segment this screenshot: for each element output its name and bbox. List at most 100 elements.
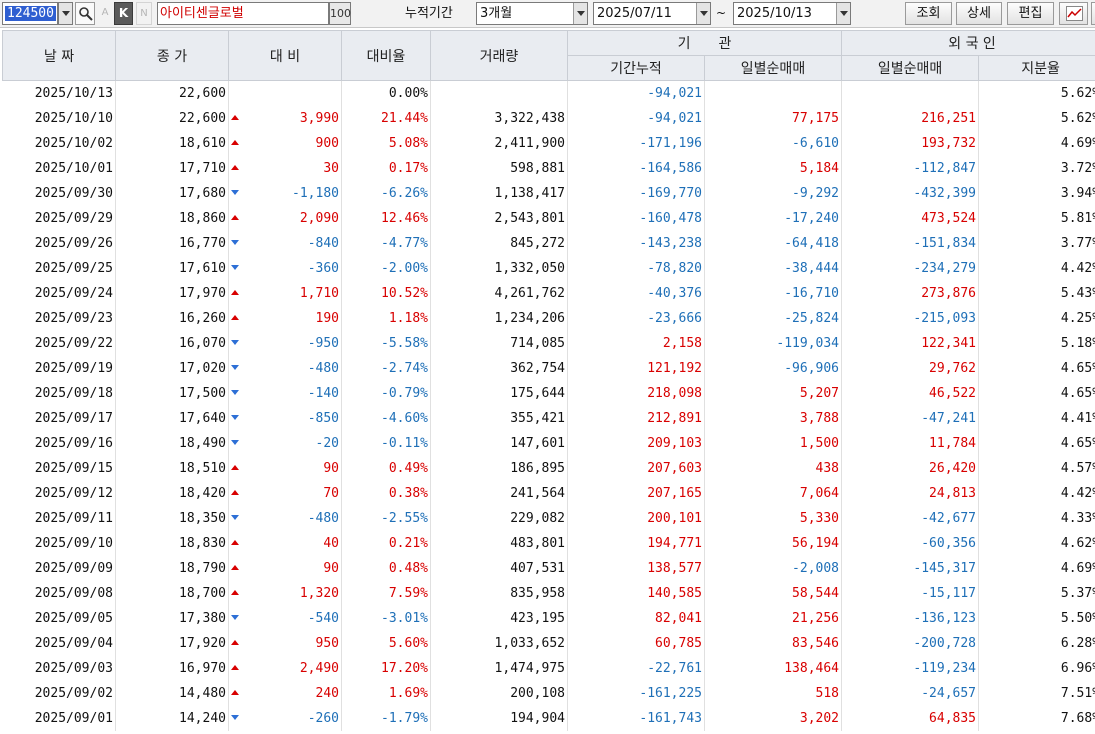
cell-change-value: -480 [307, 360, 339, 376]
cell-volume-value: 1,234,206 [494, 310, 565, 326]
search-button[interactable] [75, 2, 95, 25]
up-triangle-icon [231, 539, 239, 545]
cell-inst-daily-value: -17,240 [784, 210, 840, 226]
cell-rate-value: 0.17% [388, 160, 428, 176]
period-select[interactable]: 3개월 [476, 2, 588, 25]
table-row[interactable]: 2025/09/12 18,420 70 0.38% 241,564 207,165 7,0… [2, 480, 1095, 506]
cell-volume: 1,474,975 [430, 655, 568, 681]
cell-inst-daily: 7,064 [704, 480, 843, 506]
cell-change-value: -140 [307, 385, 339, 401]
cell-volume: 229,082 [430, 505, 568, 531]
cell-date: 2025/09/09 [2, 555, 116, 581]
table-row[interactable]: 2025/10/02 18,610 900 5.08% 2,411,900 -171,19… [2, 130, 1095, 156]
to-date-select[interactable]: 2025/10/13 [733, 2, 851, 25]
cell-inst-cum-value: 200,101 [647, 510, 702, 526]
table-row[interactable]: 2025/09/08 18,700 1,320 7.59% 835,958 140,585… [2, 580, 1095, 606]
cell-date-value: 2025/09/22 [34, 335, 113, 351]
table-row[interactable]: 2025/09/16 18,490 -20 -0.11% 147,601 209,103 1… [2, 430, 1095, 456]
table-row[interactable]: 2025/10/01 17,710 30 0.17% 598,881 -164,586 5,… [2, 155, 1095, 181]
cell-volume-value: 186,895 [510, 460, 565, 476]
cell-change: 40 [228, 530, 342, 556]
cell-for-daily: -151,834 [841, 230, 980, 256]
table-row[interactable]: 2025/10/13 22,600 0.00% -94,021 5.62% [2, 80, 1095, 106]
table-row[interactable]: 2025/09/19 17,020 -480 -2.74% 362,754 121,192… [2, 355, 1095, 381]
edit-button[interactable]: 편집 [1007, 2, 1054, 25]
cell-for-daily-value: -432,399 [913, 185, 977, 201]
table-row[interactable]: 2025/09/26 16,770 -840 -4.77% 845,272 -143,23… [2, 230, 1095, 256]
cell-inst-cum-value: 218,098 [647, 385, 702, 401]
more-button[interactable] [1091, 2, 1095, 25]
header-change[interactable]: 대 비 [228, 30, 342, 81]
cell-date: 2025/10/02 [2, 130, 116, 156]
header-close[interactable]: 종 가 [115, 30, 229, 81]
cell-volume-value: 2,411,900 [494, 135, 565, 151]
cell-rate-value: 0.38% [388, 485, 428, 501]
table-row[interactable]: 2025/09/25 17,610 -360 -2.00% 1,332,050 -78,8… [2, 255, 1095, 281]
cell-inst-daily: 21,256 [704, 605, 843, 631]
table-row[interactable]: 2025/09/02 14,480 240 1.69% 200,108 -161,225 5… [2, 680, 1095, 706]
header-rate[interactable]: 대비율 [341, 30, 431, 81]
table-row[interactable]: 2025/09/29 18,860 2,090 12.46% 2,543,801 -160… [2, 205, 1095, 231]
table-row[interactable]: 2025/09/24 17,970 1,710 10.52% 4,261,762 -40,… [2, 280, 1095, 306]
cell-date-value: 2025/09/24 [34, 285, 113, 301]
header-volume[interactable]: 거래량 [430, 30, 568, 81]
cell-for-daily-value: 273,876 [921, 285, 977, 301]
cell-close: 16,770 [115, 230, 229, 256]
stock-code-input[interactable]: 124500 [2, 2, 58, 25]
cell-inst-cum-value: -22,761 [647, 660, 702, 676]
detail-button[interactable]: 상세 [956, 2, 1002, 25]
cell-for-daily-value: 29,762 [929, 360, 977, 376]
table-row[interactable]: 2025/09/15 18,510 90 0.49% 186,895 207,603 438… [2, 455, 1095, 481]
table-row[interactable]: 2025/10/10 22,600 3,990 21.44% 3,322,438 -94,… [2, 105, 1095, 131]
cell-rate: 5.60% [341, 630, 431, 656]
table-row[interactable]: 2025/09/05 17,380 -540 -3.01% 423,195 82,041 2… [2, 605, 1095, 631]
table-row[interactable]: 2025/09/11 18,350 -480 -2.55% 229,082 200,101… [2, 505, 1095, 531]
cell-date: 2025/09/11 [2, 505, 116, 531]
header-for-daily[interactable]: 일별순매매 [841, 55, 980, 81]
cell-volume: 4,261,762 [430, 280, 568, 306]
cell-volume: 714,085 [430, 330, 568, 356]
cell-volume: 845,272 [430, 230, 568, 256]
cell-for-share: 4.65% [978, 355, 1095, 381]
down-triangle-icon [231, 714, 239, 720]
table-row[interactable]: 2025/09/03 16,970 2,490 17.20% 1,474,975 -22,… [2, 655, 1095, 681]
cell-close: 18,510 [115, 455, 229, 481]
n-button[interactable]: N [136, 2, 152, 25]
chart-button[interactable] [1059, 2, 1088, 25]
cell-date-value: 2025/09/29 [34, 210, 113, 226]
cell-date: 2025/09/30 [2, 180, 116, 206]
count-field[interactable]: 100 [329, 2, 351, 25]
from-date-select[interactable]: 2025/07/11 [593, 2, 711, 25]
cell-close: 17,970 [115, 280, 229, 306]
k-button[interactable]: K [114, 2, 133, 25]
cell-close-value: 17,920 [179, 635, 226, 651]
table-row[interactable]: 2025/09/04 17,920 950 5.60% 1,033,652 60,785 8… [2, 630, 1095, 656]
query-button[interactable]: 조회 [905, 2, 952, 25]
table-row[interactable]: 2025/09/30 17,680 -1,180 -6.26% 1,138,417 -16… [2, 180, 1095, 206]
stock-code-dropdown[interactable] [58, 2, 73, 25]
table-row[interactable]: 2025/09/09 18,790 90 0.48% 407,531 138,577 -2,… [2, 555, 1095, 581]
header-date[interactable]: 날 짜 [2, 30, 116, 81]
cell-for-share-value: 4.33% [1060, 510, 1095, 526]
header-inst-cum[interactable]: 기간누적 [567, 55, 705, 81]
header-inst-daily[interactable]: 일별순매매 [703, 55, 843, 81]
cell-close: 18,700 [115, 580, 229, 606]
up-triangle-icon [231, 564, 239, 570]
cell-volume-value: 362,754 [510, 360, 565, 376]
table-row[interactable]: 2025/09/10 18,830 40 0.21% 483,801 194,771 56,… [2, 530, 1095, 556]
table-row[interactable]: 2025/09/01 14,240 -260 -1.79% 194,904 -161,74… [2, 705, 1095, 731]
cell-change: -20 [228, 430, 342, 456]
stock-name-field[interactable]: 아이티센글로벌 [157, 2, 329, 25]
cell-rate-value: 5.08% [388, 135, 428, 151]
cell-inst-daily: -9,292 [704, 180, 843, 206]
table-row[interactable]: 2025/09/22 16,070 -950 -5.58% 714,085 2,158 -1… [2, 330, 1095, 356]
cell-change-value: -840 [307, 235, 339, 251]
header-for-share[interactable]: 지분율 [978, 55, 1095, 81]
table-row[interactable]: 2025/09/17 17,640 -850 -4.60% 355,421 212,891… [2, 405, 1095, 431]
a-toggle[interactable]: A [98, 2, 112, 25]
cell-date-value: 2025/09/12 [34, 485, 113, 501]
table-row[interactable]: 2025/09/23 16,260 190 1.18% 1,234,206 -23,666… [2, 305, 1095, 331]
cell-change: 900 [228, 130, 342, 156]
table-row[interactable]: 2025/09/18 17,500 -140 -0.79% 175,644 218,098… [2, 380, 1095, 406]
from-date-value: 2025/07/11 [597, 6, 672, 21]
